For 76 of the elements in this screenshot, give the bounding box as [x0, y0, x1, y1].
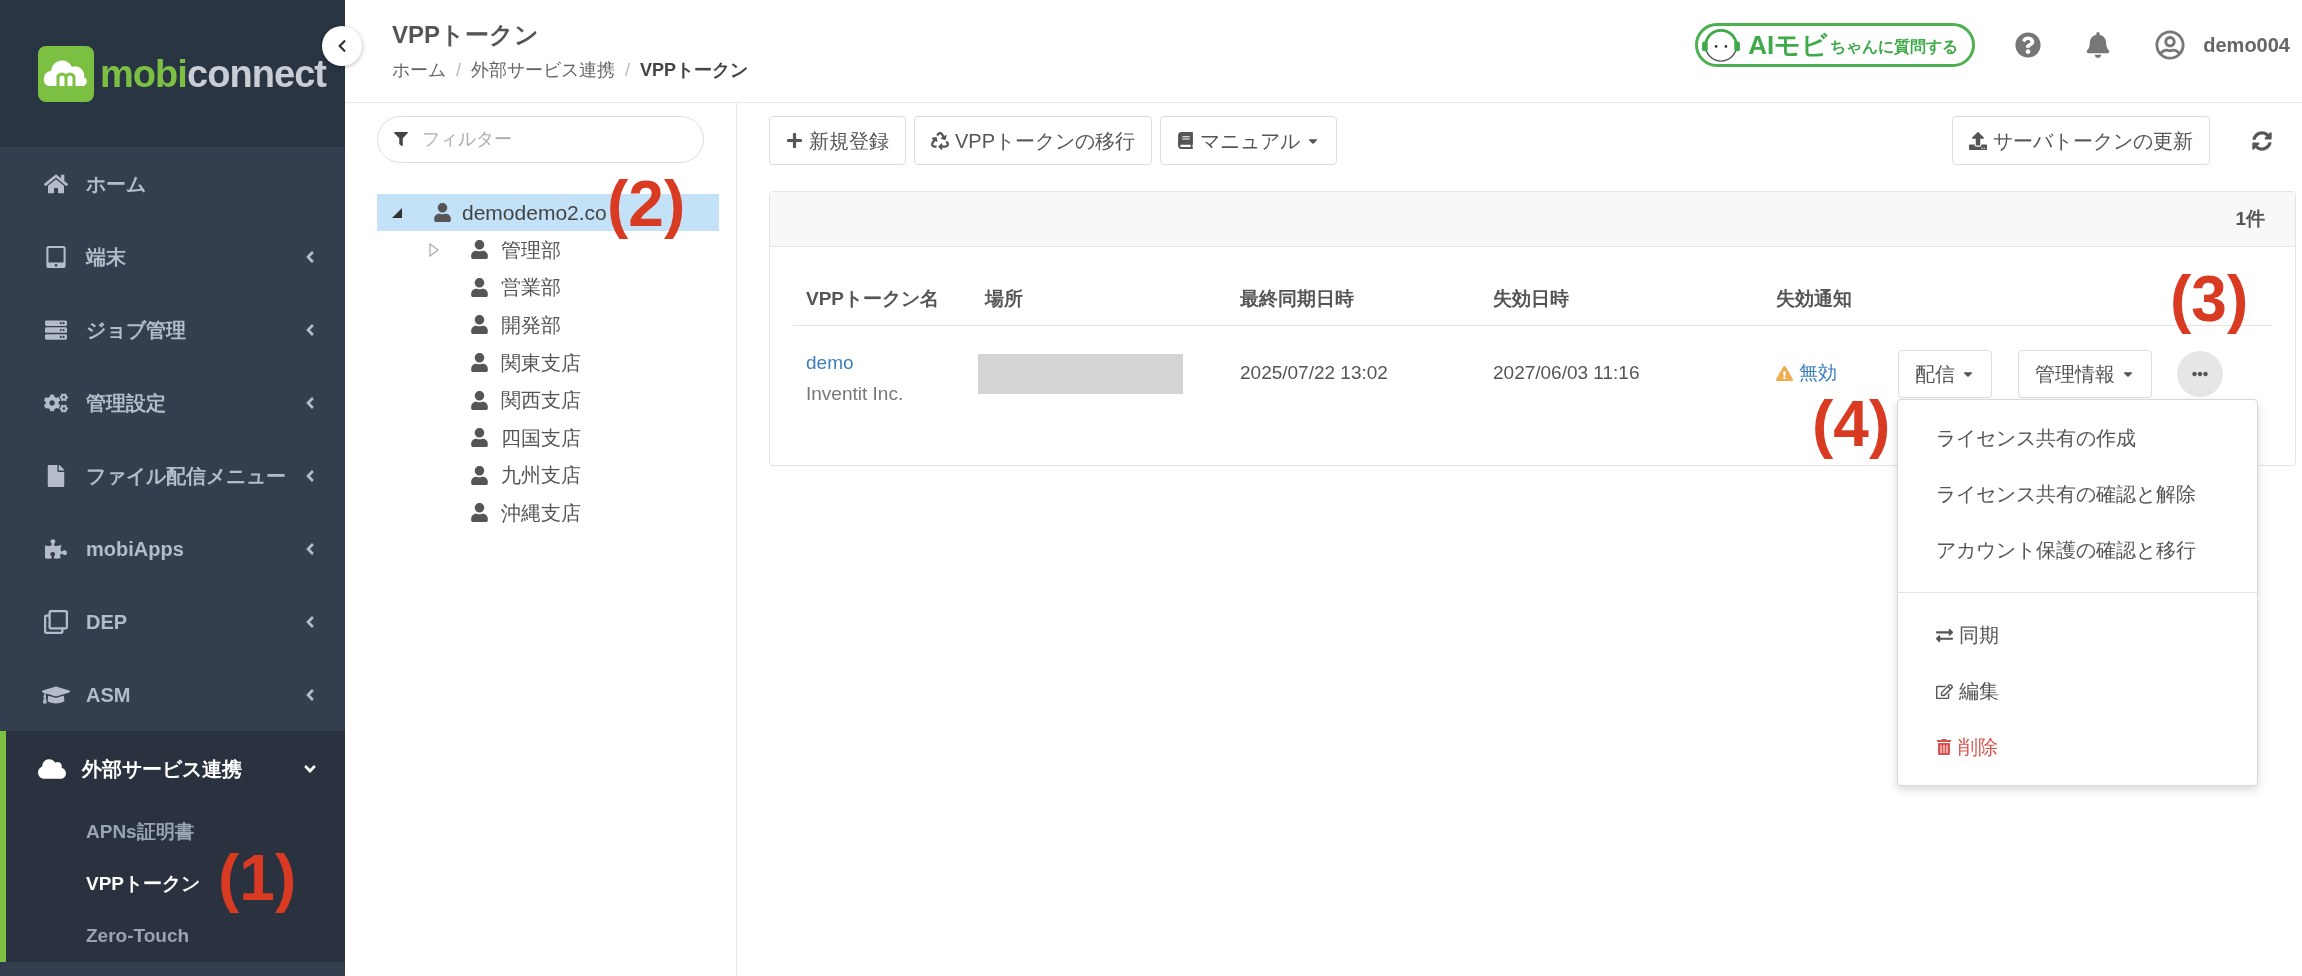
dropdown-button[interactable]: 管理情報	[2018, 349, 2152, 398]
sidebar-item[interactable]: ファイル配信メニュー	[0, 439, 345, 512]
user-avatar-icon[interactable]	[2155, 30, 2186, 60]
sidebar-item[interactable]: 端末	[0, 220, 345, 293]
mascot-icon	[1700, 26, 1743, 64]
token-name-link[interactable]: demo	[806, 352, 972, 372]
sidebar-item[interactable]: 管理設定	[0, 366, 345, 439]
breadcrumb-separator: /	[456, 61, 461, 79]
column-header: VPPトークン名	[805, 286, 941, 311]
person-icon	[470, 240, 489, 260]
person-icon	[470, 277, 489, 297]
notification-bell-icon[interactable]	[2085, 32, 2112, 58]
trash-icon	[1936, 739, 1952, 755]
menu-item[interactable]: ライセンス共有の作成	[1898, 410, 2257, 466]
sidebar-item[interactable]: ASM	[0, 658, 345, 731]
dropdown-button[interactable]: 配信	[1898, 349, 1992, 398]
username[interactable]: demo004	[2203, 30, 2290, 60]
filter-icon	[394, 132, 408, 146]
sidebar-item[interactable]: DEP	[0, 585, 345, 658]
book-icon	[1177, 132, 1195, 149]
table-cell-text: 2025/07/22 13:02	[1239, 361, 1389, 386]
result-count: 1件	[2235, 206, 2265, 231]
column-header: 失効通知	[1775, 286, 1853, 311]
tree-node[interactable]: 開発部	[377, 306, 719, 344]
person-icon	[470, 428, 489, 448]
sidebar-item[interactable]: 外部サービス連携	[6, 731, 345, 806]
sidebar-subitem[interactable]: VPPトークン	[86, 869, 201, 899]
breadcrumb-link[interactable]: 外部サービス連携	[471, 61, 615, 79]
sidebar-subitem[interactable]: Zero-Touch	[86, 921, 190, 951]
table-cell-text: 2027/06/03 11:16	[1492, 361, 1641, 386]
more-button[interactable]	[2177, 350, 2223, 397]
menu-item[interactable]: アカウント保護の確認と移行	[1898, 522, 2257, 578]
sidebar-item[interactable]: ホーム	[0, 147, 345, 220]
organization-text: Inventit Inc.	[806, 383, 905, 403]
person-icon	[470, 503, 489, 523]
person-icon	[470, 353, 489, 373]
page-title: VPPトークン	[392, 23, 541, 47]
column-header: 最終同期日時	[1239, 286, 1355, 311]
sidebar-item[interactable]: mobiApps	[0, 512, 345, 585]
toolbar-button[interactable]: VPPトークンの移行	[914, 116, 1153, 165]
exchange-arrows-icon	[1936, 626, 1953, 644]
person-icon	[433, 203, 452, 222]
plus-icon	[786, 132, 803, 149]
column-header: 場所	[983, 286, 1024, 311]
person-icon	[470, 315, 489, 335]
expand-triangle-icon[interactable]	[391, 206, 403, 219]
sidebar-item[interactable]: ジョブ管理	[0, 293, 345, 366]
warning-icon	[1776, 365, 1793, 382]
person-icon	[470, 390, 489, 410]
notice-status-link[interactable]: 無効	[1799, 359, 1837, 388]
tree-node[interactable]: 四国支店	[377, 418, 719, 457]
menu-item[interactable]: ライセンス共有の確認と解除	[1898, 466, 2257, 522]
refresh-icon[interactable]	[2252, 130, 2272, 151]
tree-node[interactable]: 沖縄支店	[377, 494, 719, 532]
sidebar-subitem[interactable]: APNs証明書	[86, 817, 194, 847]
toolbar-button[interactable]: マニュアル	[1160, 116, 1338, 165]
filter-field[interactable]: フィルター	[377, 116, 704, 163]
column-header: 失効日時	[1492, 286, 1570, 311]
tree-node[interactable]: 関西支店	[377, 381, 719, 419]
person-icon	[470, 465, 489, 485]
menu-item[interactable]: 編集	[1898, 663, 2257, 719]
upload-icon	[1969, 131, 1987, 150]
breadcrumb-link[interactable]: ホーム	[392, 61, 446, 79]
toolbar-button[interactable]: 新規登録	[769, 116, 906, 165]
breadcrumb-separator: /	[625, 61, 631, 79]
recycle-icon	[931, 131, 949, 150]
logo-text: mobiconnect	[100, 54, 327, 93]
tree-node[interactable]: 営業部	[377, 268, 719, 307]
edit-icon	[1936, 682, 1953, 700]
server-token-update-button[interactable]: サーバトークンの更新	[1952, 116, 2210, 165]
menu-item[interactable]: 削除	[1898, 719, 2257, 775]
cloud-logo-icon	[38, 45, 94, 102]
tree-node[interactable]: 九州支店	[377, 456, 719, 495]
help-icon[interactable]	[2015, 32, 2042, 58]
tree-node[interactable]: 関東支店	[377, 343, 719, 382]
menu-item[interactable]: 同期	[1898, 607, 2257, 663]
